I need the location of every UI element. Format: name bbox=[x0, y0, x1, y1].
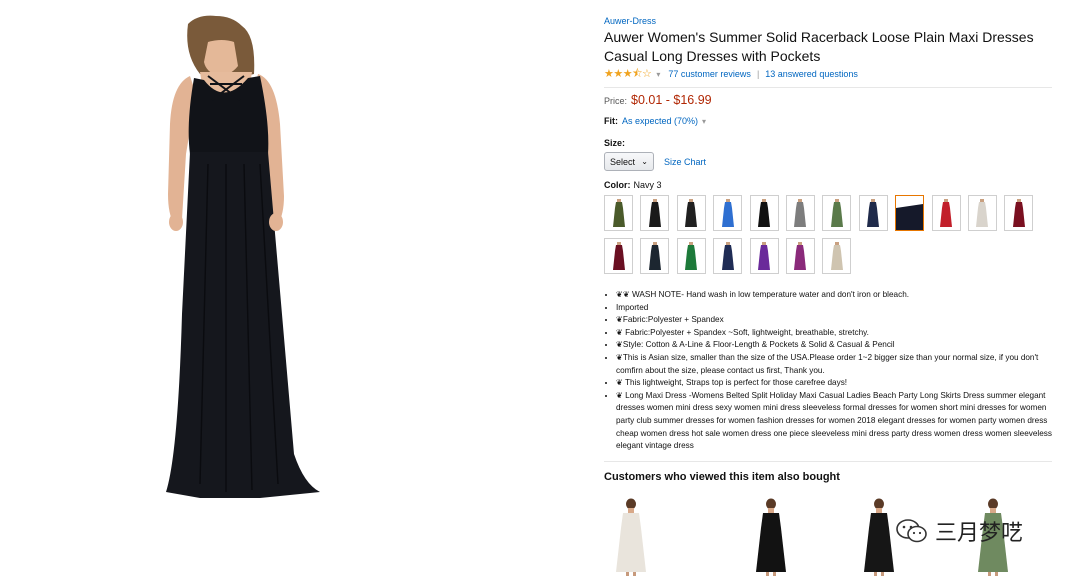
swatch-dress-image bbox=[612, 199, 625, 227]
swatch-dress-image bbox=[794, 242, 807, 270]
swatch-dress-image bbox=[758, 199, 771, 227]
color-swatch[interactable] bbox=[895, 195, 925, 231]
rating-row: ★★★⯪☆ ▾ 77 customer reviews | 13 answere… bbox=[604, 67, 1052, 81]
color-swatch[interactable] bbox=[749, 238, 779, 274]
also-bought-item[interactable] bbox=[614, 498, 648, 581]
product-thumbnail bbox=[756, 498, 786, 576]
swatch-dress-image bbox=[685, 242, 698, 270]
color-swatch[interactable] bbox=[640, 195, 670, 231]
color-swatch[interactable] bbox=[967, 195, 997, 231]
product-main-image[interactable] bbox=[160, 14, 320, 499]
color-swatch[interactable] bbox=[604, 238, 633, 274]
color-swatch[interactable] bbox=[822, 238, 852, 274]
price-row: Price: $0.01 - $16.99 bbox=[604, 93, 1052, 107]
color-swatch[interactable] bbox=[676, 238, 706, 274]
swatch-dress-image bbox=[976, 199, 989, 227]
swatch-dress-image bbox=[612, 242, 625, 270]
color-swatch[interactable] bbox=[749, 195, 779, 231]
swatch-dress-image bbox=[794, 199, 807, 227]
size-select[interactable]: Select ⌄ bbox=[604, 152, 654, 171]
feature-bullet: ❦ Long Maxi Dress -Womens Belted Split H… bbox=[616, 390, 1052, 453]
chevron-down-icon: ⌄ bbox=[641, 157, 648, 166]
chevron-down-icon[interactable]: ▾ bbox=[656, 70, 660, 79]
swatch-image bbox=[896, 204, 924, 230]
price-value: $0.01 - $16.99 bbox=[631, 93, 712, 107]
product-thumbnail bbox=[864, 498, 894, 576]
product-details: Auwer-Dress Auwer Women's Summer Solid R… bbox=[604, 14, 1052, 483]
color-swatch[interactable] bbox=[785, 195, 815, 231]
feature-bullet: ❦Fabric:Polyester + Spandex bbox=[616, 314, 1052, 327]
color-swatch[interactable] bbox=[858, 195, 888, 231]
price-label: Price: bbox=[604, 96, 628, 106]
feature-bullet: ❦ This lightweight, Straps top is perfec… bbox=[616, 377, 1052, 390]
feature-bullet: ❦ Fabric:Polyester + Spandex ~Soft, ligh… bbox=[616, 327, 1052, 340]
color-swatch[interactable] bbox=[640, 238, 670, 274]
swatch-dress-image bbox=[648, 242, 661, 270]
product-thumbnail bbox=[616, 498, 646, 576]
feature-bullet: ❦This is Asian size, smaller than the si… bbox=[616, 352, 1052, 377]
swatch-dress-image bbox=[867, 199, 880, 227]
color-swatch[interactable] bbox=[931, 195, 961, 231]
feature-bullets: ❦❦ WASH NOTE- Hand wash in low temperatu… bbox=[604, 289, 1052, 453]
star-rating-icon[interactable]: ★★★⯪☆ bbox=[604, 65, 652, 84]
color-swatch[interactable] bbox=[713, 238, 743, 274]
swatch-dress-image bbox=[830, 199, 843, 227]
wechat-logo-icon bbox=[896, 519, 927, 543]
also-bought-title: Customers who viewed this item also boug… bbox=[604, 470, 840, 483]
swatch-dress-image bbox=[1012, 199, 1025, 227]
fit-label: Fit: bbox=[604, 116, 618, 126]
color-swatch[interactable] bbox=[822, 195, 852, 231]
color-row: Color: Navy 3 bbox=[604, 180, 1052, 190]
chevron-down-icon[interactable]: ▾ bbox=[702, 117, 706, 126]
swatch-dress-image bbox=[758, 242, 771, 270]
color-swatches bbox=[604, 195, 1052, 281]
color-swatch[interactable] bbox=[785, 238, 815, 274]
swatch-dress-image bbox=[940, 199, 953, 227]
size-chart-link[interactable]: Size Chart bbox=[664, 157, 706, 167]
also-bought-item[interactable] bbox=[862, 498, 896, 581]
customer-reviews-link[interactable]: 77 customer reviews bbox=[668, 69, 751, 79]
also-bought-item[interactable] bbox=[754, 498, 788, 581]
brand-link[interactable]: Auwer-Dress bbox=[604, 16, 1052, 26]
size-row: Select ⌄ Size Chart bbox=[604, 152, 1052, 171]
color-swatch[interactable] bbox=[604, 195, 633, 231]
fit-value-link[interactable]: As expected (70%) bbox=[622, 116, 698, 126]
swatch-dress-image bbox=[648, 199, 661, 227]
color-swatch[interactable] bbox=[1004, 195, 1034, 231]
product-title: Auwer Women's Summer Solid Racerback Loo… bbox=[604, 29, 1034, 64]
answered-questions-link[interactable]: 13 answered questions bbox=[765, 69, 858, 79]
swatch-dress-image bbox=[721, 199, 734, 227]
color-label: Color: bbox=[604, 180, 631, 190]
size-label: Size: bbox=[604, 138, 626, 148]
separator: | bbox=[756, 69, 760, 79]
feature-bullet: ❦❦ WASH NOTE- Hand wash in low temperatu… bbox=[616, 289, 1052, 302]
feature-bullet: ❦Style: Cotton & A-Line & Floor-Length &… bbox=[616, 339, 1052, 352]
feature-bullet: Imported bbox=[616, 302, 1052, 315]
color-value: Navy 3 bbox=[633, 180, 662, 190]
color-swatch[interactable] bbox=[676, 195, 706, 231]
divider bbox=[604, 87, 1052, 88]
swatch-dress-image bbox=[830, 242, 843, 270]
color-swatch[interactable] bbox=[713, 195, 743, 231]
swatch-dress-image bbox=[685, 199, 698, 227]
fit-row: Fit: As expected (70%) ▾ bbox=[604, 116, 1052, 126]
divider bbox=[604, 460, 1052, 462]
watermark-text: 三月梦呓 bbox=[935, 520, 1024, 545]
swatch-dress-image bbox=[721, 242, 734, 270]
size-select-value: Select bbox=[610, 156, 636, 167]
watermark: 三月梦呓 bbox=[895, 515, 1023, 547]
